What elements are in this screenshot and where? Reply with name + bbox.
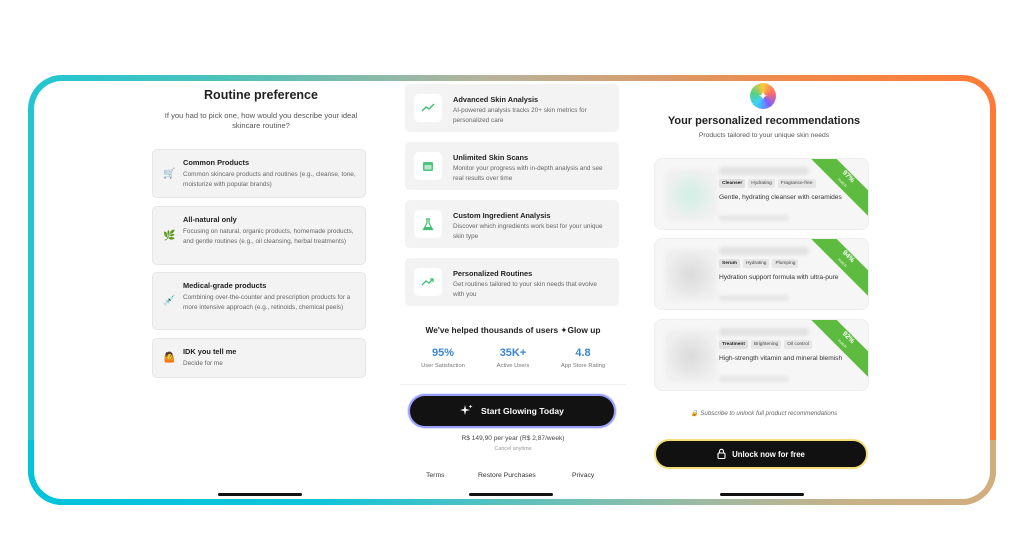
home-indicator — [469, 493, 553, 496]
option-medical-grade[interactable]: 💉 Medical-grade products Combining over-… — [152, 272, 366, 330]
home-indicator — [218, 493, 302, 496]
match-ribbon: 94% match — [806, 239, 868, 299]
sparkles-icon — [460, 404, 473, 419]
product-card[interactable]: Cleanser Hydrating Fragrance-free Gentle… — [654, 158, 869, 230]
cta-label: Start Glowing Today — [481, 406, 564, 416]
option-title: Common Products — [183, 158, 250, 167]
product-card[interactable]: Treatment Brightening Oil control High-s… — [654, 319, 869, 391]
tag: Plumping — [772, 259, 799, 268]
tag: Cleanser — [719, 179, 746, 188]
syringe-icon: 💉 — [163, 295, 176, 307]
stat-label: User Satisfaction — [421, 363, 465, 369]
option-title: Medical-grade products — [183, 281, 267, 290]
unlock-label: Unlock now for free — [732, 449, 805, 459]
start-glowing-button[interactable]: Start Glowing Today — [408, 394, 616, 428]
stat-value: 95% — [431, 347, 455, 359]
routine-preference-screen: Routine preference If you had to pick on… — [144, 81, 378, 499]
calendar-icon — [414, 152, 442, 180]
feature-title: Custom Ingredient Analysis — [453, 211, 551, 220]
stat-label: Active Users — [496, 363, 530, 369]
tag: Serum — [719, 259, 740, 268]
divider — [400, 384, 626, 385]
lock-icon: 🔒 — [690, 410, 699, 417]
feature-title: Advanced Skin Analysis — [453, 95, 539, 104]
leaf-icon: 🌿 — [163, 230, 176, 241]
feature-advanced-analysis: Advanced Skin Analysis AI-powered analys… — [405, 84, 619, 132]
option-title: IDK you tell me — [183, 347, 237, 356]
restore-purchases-link[interactable]: Restore Purchases — [478, 472, 536, 479]
option-description: Combining over-the-counter and prescript… — [183, 294, 351, 311]
tag: Fragrance-free — [777, 179, 816, 188]
blurred-product-image — [665, 169, 717, 221]
feature-description: Discover which ingredients work best for… — [453, 223, 603, 240]
page-title: Your personalized recommendations — [667, 115, 861, 127]
feature-custom-ingredient: Custom Ingredient Analysis Discover whic… — [405, 200, 619, 248]
tag: Oil control — [784, 340, 812, 349]
blurred-product-detail — [719, 215, 789, 221]
feature-personalized-routines: Personalized Routines Get routines tailo… — [405, 258, 619, 306]
page-subtitle: If you had to pick one, how would you de… — [164, 111, 358, 130]
match-ribbon: 97% match — [806, 159, 868, 219]
blurred-product-detail — [719, 376, 789, 382]
option-idk[interactable]: 🤷 IDK you tell me Decide for me — [152, 338, 366, 378]
match-ribbon: 92% match — [806, 320, 868, 380]
trending-up-icon — [414, 268, 442, 296]
product-tags: Serum Hydrating Plumping — [719, 259, 799, 268]
feature-title: Personalized Routines — [453, 269, 533, 278]
tag: Hydrating — [748, 179, 775, 188]
price-text: R$ 149,90 per year (R$ 2,87/week) — [461, 435, 565, 442]
feature-title: Unlimited Skin Scans — [453, 153, 529, 162]
product-description: Gentle, hydrating cleanser with ceramide… — [719, 194, 842, 201]
screens-container: Routine preference If you had to pick on… — [34, 81, 990, 499]
tag: Hydrating — [742, 259, 770, 268]
lock-icon — [717, 448, 726, 461]
blurred-product-detail — [719, 295, 789, 301]
privacy-link[interactable]: Privacy — [572, 472, 594, 479]
product-card[interactable]: Serum Hydrating Plumping Hydration suppo… — [654, 238, 869, 310]
option-description: Decide for me — [183, 360, 223, 367]
blurred-product-image — [665, 249, 717, 301]
paywall-screen: Advanced Skin Analysis AI-powered analys… — [400, 81, 626, 499]
stat-active-users: 35K+ Active Users — [478, 347, 548, 369]
feature-description: Monitor your progress with in-depth anal… — [453, 165, 603, 182]
option-description: Common skincare products and routines (e… — [183, 171, 356, 188]
trend-line-icon — [414, 94, 442, 122]
tag: Treatment — [719, 340, 748, 349]
shrug-person-icon: 🤷 — [163, 352, 176, 364]
blurred-product-name — [719, 167, 809, 175]
sparkles-badge-icon: ✦ — [750, 83, 776, 109]
unlock-free-button[interactable]: Unlock now for free — [654, 439, 868, 469]
recommendations-screen: ✦ Your personalized recommendations Prod… — [654, 81, 874, 499]
stat-app-store-rating: 4.8 App Store Rating — [548, 347, 618, 369]
shopping-cart-icon: 🛒 — [163, 168, 176, 179]
subscribe-note: 🔒 Subscribe to unlock full product recom… — [690, 410, 838, 417]
flask-icon — [414, 210, 442, 238]
blurred-product-name — [719, 328, 809, 336]
page-subtitle: Products tailored to your unique skin ne… — [698, 132, 830, 139]
cancel-text: Cancel anytime — [494, 446, 532, 452]
blurred-product-name — [719, 247, 809, 255]
page-title: Routine preference — [204, 88, 318, 102]
option-title: All-natural only — [183, 215, 237, 224]
feature-description: AI-powered analysis tracks 20+ skin metr… — [453, 107, 587, 124]
social-proof-headline: We've helped thousands of users ✦Glow up — [425, 325, 601, 335]
tag: Brightening — [750, 340, 782, 349]
stat-value: 35K+ — [499, 347, 527, 359]
product-description: High-strength vitamin and mineral blemis… — [719, 355, 843, 362]
blurred-product-image — [665, 330, 717, 382]
home-indicator — [720, 493, 804, 496]
option-common-products[interactable]: 🛒 Common Products Common skincare produc… — [152, 149, 366, 198]
product-tags: Treatment Brightening Oil control — [719, 340, 812, 349]
feature-description: Get routines tailored to your skin needs… — [453, 281, 597, 298]
option-all-natural[interactable]: 🌿 All-natural only Focusing on natural, … — [152, 206, 366, 265]
terms-link[interactable]: Terms — [426, 472, 445, 479]
product-description: Hydration support formula with ultra-pur… — [719, 274, 839, 281]
product-tags: Cleanser Hydrating Fragrance-free — [719, 179, 816, 188]
feature-unlimited-scans: Unlimited Skin Scans Monitor your progre… — [405, 142, 619, 190]
option-description: Focusing on natural, organic products, h… — [183, 228, 354, 245]
stat-label: App Store Rating — [560, 363, 606, 369]
stat-value: 4.8 — [575, 347, 591, 359]
stat-satisfaction: 95% User Satisfaction — [408, 347, 478, 369]
